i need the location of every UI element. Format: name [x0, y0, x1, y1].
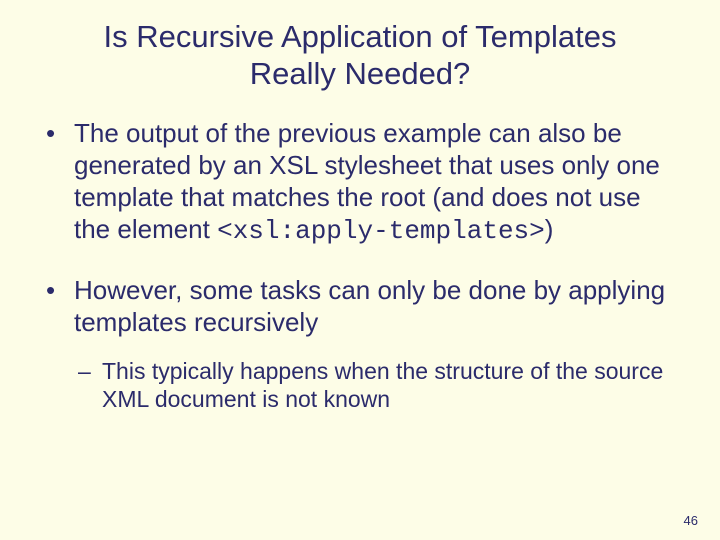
bullet-1-tail: ) — [545, 214, 554, 244]
bullet-item-1: The output of the previous example can a… — [40, 118, 680, 247]
sub-item-1: This typically happens when the structur… — [74, 357, 680, 415]
bullet-1-code: <xsl:apply-templates> — [217, 216, 545, 246]
bullet-item-2: However, some tasks can only be done by … — [40, 275, 680, 414]
page-number: 46 — [684, 513, 698, 528]
bullet-list: The output of the previous example can a… — [40, 118, 680, 414]
slide-title: Is Recursive Application of Templates Re… — [40, 18, 680, 92]
slide: Is Recursive Application of Templates Re… — [0, 0, 720, 540]
sub-list: This typically happens when the structur… — [74, 357, 680, 415]
bullet-2-text: However, some tasks can only be done by … — [74, 275, 665, 337]
